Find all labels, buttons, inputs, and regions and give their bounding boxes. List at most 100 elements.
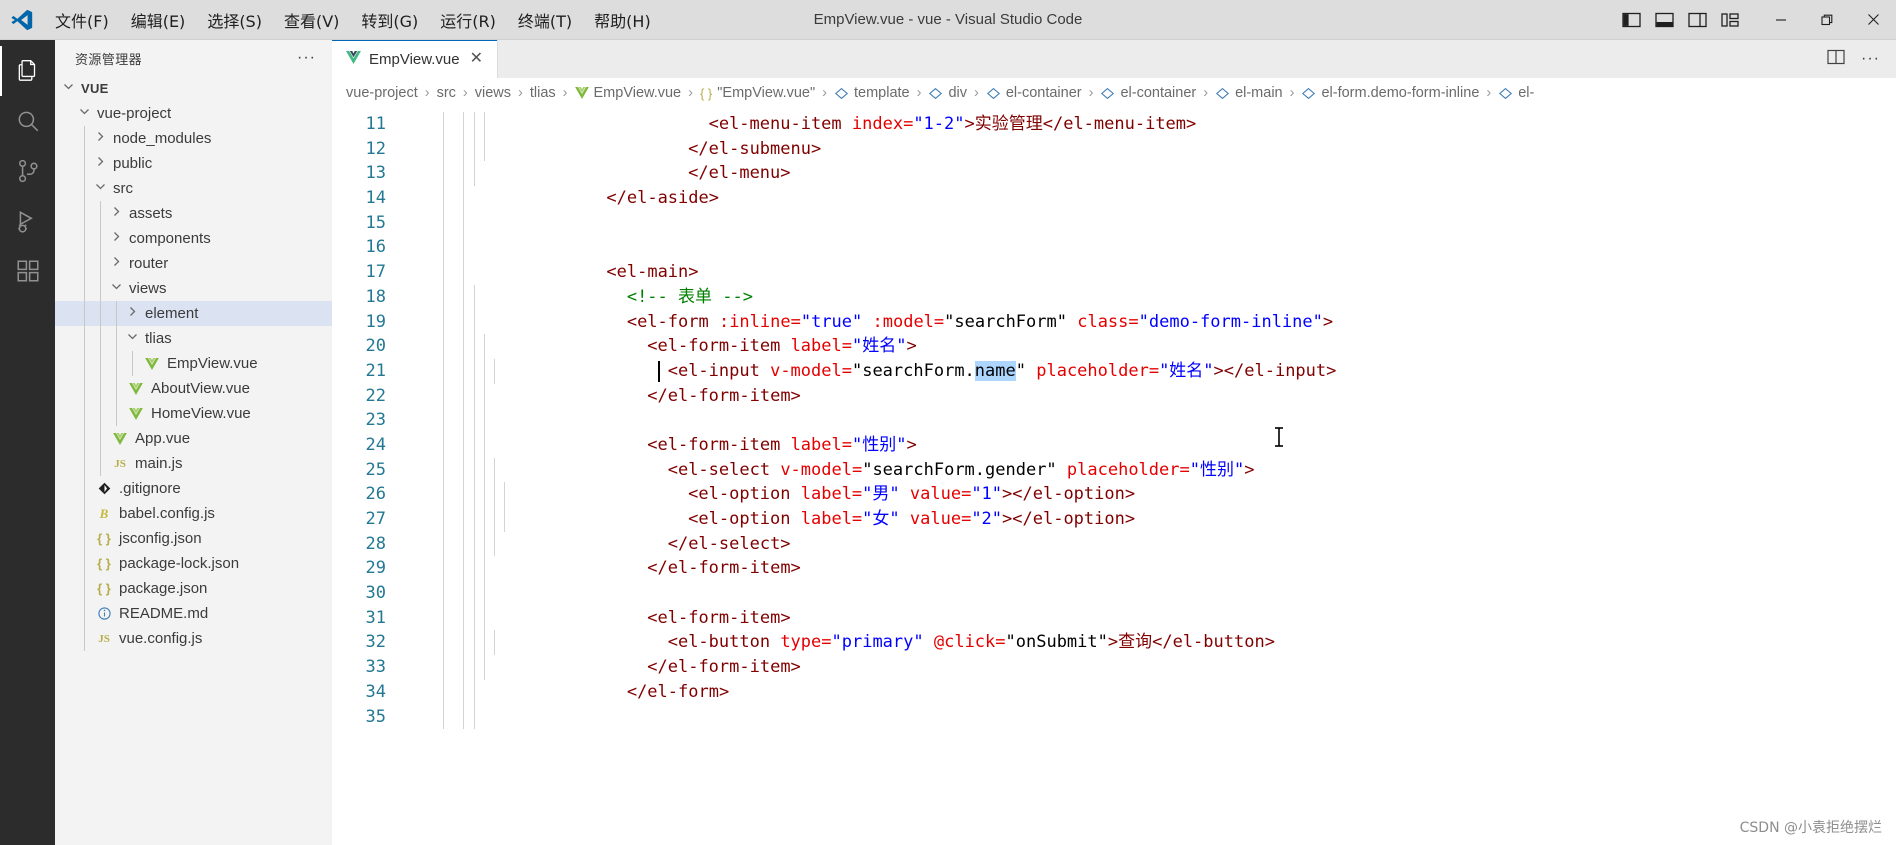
- tree-item-element[interactable]: element: [55, 301, 332, 326]
- tree-item-readme-md[interactable]: README.md: [55, 601, 332, 626]
- code-line[interactable]: [402, 210, 1896, 236]
- code-line[interactable]: </el-menu>: [402, 161, 1896, 187]
- breadcrumb-item-el-[interactable]: el-: [1498, 85, 1534, 101]
- menu-help[interactable]: 帮助(H): [583, 4, 662, 36]
- code-line[interactable]: [402, 581, 1896, 606]
- chevron-down-icon[interactable]: [63, 81, 79, 97]
- tree-root-vue[interactable]: VUE: [55, 76, 332, 101]
- explorer-more-actions-icon[interactable]: ···: [297, 49, 316, 67]
- tree-item-node-modules[interactable]: node_modules: [55, 126, 332, 151]
- minimize-button[interactable]: [1758, 0, 1804, 39]
- tree-item-src[interactable]: src: [55, 176, 332, 201]
- code-line[interactable]: <el-form-item>: [402, 605, 1896, 631]
- activity-extensions[interactable]: [0, 246, 55, 296]
- customize-layout-icon[interactable]: [1721, 12, 1740, 28]
- code-line[interactable]: </el-form-item>: [402, 383, 1896, 409]
- code-line[interactable]: </el-aside>: [402, 186, 1896, 211]
- code-line[interactable]: </el-form>: [402, 679, 1896, 705]
- menu-terminal[interactable]: 终端(T): [507, 4, 583, 36]
- breadcrumb-item-template[interactable]: template: [834, 85, 910, 101]
- tree-item-package-lock-json[interactable]: { } package-lock.json: [55, 551, 332, 576]
- code-line[interactable]: <el-main>: [402, 260, 1896, 285]
- menu-goto[interactable]: 转到(G): [350, 4, 429, 36]
- menu-file[interactable]: 文件(F): [44, 4, 120, 36]
- tree-item-views[interactable]: views: [55, 276, 332, 301]
- breadcrumb-item-div[interactable]: div: [928, 85, 967, 101]
- toggle-primary-sidebar-icon[interactable]: [1622, 12, 1641, 28]
- chevron-right-icon[interactable]: [111, 206, 127, 222]
- tree-item-components[interactable]: components: [55, 226, 332, 251]
- breadcrumb-item-empview-vue[interactable]: EmpView.vue: [574, 85, 681, 101]
- code-editor[interactable]: 11 12 13 14 15 16 17 18 19 20 21 22 23 24 25 26 27 28 29 30…: [332, 108, 1896, 845]
- breadcrumb-item-tlias[interactable]: tlias: [530, 85, 556, 101]
- code-line[interactable]: <el-menu-item index="1-2">实验管理</el-menu-…: [402, 112, 1896, 137]
- toggle-panel-icon[interactable]: [1655, 12, 1674, 28]
- activity-source-control[interactable]: [0, 146, 55, 196]
- code-line[interactable]: </el-select>: [402, 531, 1896, 557]
- activity-search[interactable]: [0, 96, 55, 146]
- breadcrumb-item-el-form-demo-form-inline[interactable]: el-form.demo-form-inline: [1301, 85, 1479, 101]
- code-line[interactable]: </el-form-item>: [402, 556, 1896, 582]
- editor-more-actions-icon[interactable]: ···: [1861, 50, 1880, 68]
- breadcrumb-item-el-container[interactable]: el-container: [1100, 85, 1196, 101]
- tab-close-icon[interactable]: ✕: [468, 51, 485, 67]
- code-line[interactable]: <el-form-item label="姓名">: [402, 334, 1896, 359]
- tree-item-label: .gitignore: [119, 480, 181, 497]
- chevron-down-icon[interactable]: [79, 106, 95, 122]
- tree-item-main-js[interactable]: JS main.js: [55, 451, 332, 476]
- code-line[interactable]: <el-button type="primary" @click="onSubm…: [402, 630, 1896, 656]
- tree-item-babel-config-js[interactable]: Bbabel.config.js: [55, 501, 332, 526]
- code-line[interactable]: <el-input v-model="searchForm.name" plac…: [402, 358, 1896, 384]
- restore-button[interactable]: [1804, 0, 1850, 39]
- code-line[interactable]: <el-form :inline="true" :model="searchFo…: [402, 309, 1896, 335]
- split-editor-right-icon[interactable]: [1827, 49, 1845, 70]
- chevron-right-icon[interactable]: [127, 306, 143, 322]
- code-line[interactable]: </el-submenu>: [402, 136, 1896, 162]
- chevron-right-icon[interactable]: [111, 231, 127, 247]
- activity-explorer[interactable]: [0, 46, 55, 96]
- code-line[interactable]: </el-form-item>: [402, 655, 1896, 680]
- chevron-down-icon[interactable]: [95, 181, 111, 197]
- tree-item-assets[interactable]: assets: [55, 201, 332, 226]
- menu-run[interactable]: 运行(R): [429, 4, 507, 36]
- menu-view[interactable]: 查看(V): [273, 4, 350, 36]
- tree-item-app-vue[interactable]: App.vue: [55, 426, 332, 451]
- tree-item-package-json[interactable]: { } package.json: [55, 576, 332, 601]
- menu-edit[interactable]: 编辑(E): [120, 4, 197, 36]
- code-line[interactable]: [402, 235, 1896, 261]
- tree-item--gitignore[interactable]: .gitignore: [55, 476, 332, 501]
- code-line[interactable]: <el-option label="女" value="2"></el-opti…: [402, 507, 1896, 532]
- code-line[interactable]: <!-- 表单 -->: [402, 284, 1896, 310]
- tree-item-aboutview-vue[interactable]: AboutView.vue: [55, 376, 332, 401]
- breadcrumb-item-views[interactable]: views: [475, 85, 511, 101]
- tree-item-empview-vue[interactable]: EmpView.vue: [55, 351, 332, 376]
- tree-item-vue-config-js[interactable]: JS vue.config.js: [55, 626, 332, 651]
- chevron-down-icon[interactable]: [111, 281, 127, 297]
- breadcrumb-item-el-container[interactable]: el-container: [986, 85, 1082, 101]
- code-line[interactable]: <el-option label="男" value="1"></el-opti…: [402, 482, 1896, 507]
- close-button[interactable]: [1850, 0, 1896, 39]
- chevron-right-icon[interactable]: [111, 256, 127, 272]
- code-line[interactable]: <el-select v-model="searchForm.gender" p…: [402, 457, 1896, 483]
- tree-item-vue-project[interactable]: vue-project: [55, 101, 332, 126]
- code-content[interactable]: <el-menu-item index="1-2">实验管理</el-menu-…: [402, 108, 1896, 845]
- breadcrumb-item--empview-vue-[interactable]: { } "EmpView.vue": [700, 85, 815, 101]
- code-line[interactable]: [402, 408, 1896, 433]
- tab-empview-vue[interactable]: EmpView.vue ✕: [332, 40, 499, 78]
- tree-item-jsconfig-json[interactable]: { } jsconfig.json: [55, 526, 332, 551]
- tree-item-homeview-vue[interactable]: HomeView.vue: [55, 401, 332, 426]
- breadcrumb-item-src[interactable]: src: [437, 85, 456, 101]
- tree-item-router[interactable]: router: [55, 251, 332, 276]
- menu-selection[interactable]: 选择(S): [196, 4, 273, 36]
- toggle-secondary-sidebar-icon[interactable]: [1688, 12, 1707, 28]
- code-line[interactable]: [402, 704, 1896, 730]
- tree-item-tlias[interactable]: tlias: [55, 326, 332, 351]
- chevron-right-icon[interactable]: [95, 131, 111, 147]
- chevron-down-icon[interactable]: [127, 331, 143, 347]
- breadcrumb-item-el-main[interactable]: el-main: [1215, 85, 1283, 101]
- code-line[interactable]: <el-form-item label="性别">: [402, 432, 1896, 458]
- tree-item-public[interactable]: public: [55, 151, 332, 176]
- activity-run-debug[interactable]: [0, 196, 55, 246]
- chevron-right-icon[interactable]: [95, 156, 111, 172]
- breadcrumb-item-vue-project[interactable]: vue-project: [346, 85, 418, 101]
